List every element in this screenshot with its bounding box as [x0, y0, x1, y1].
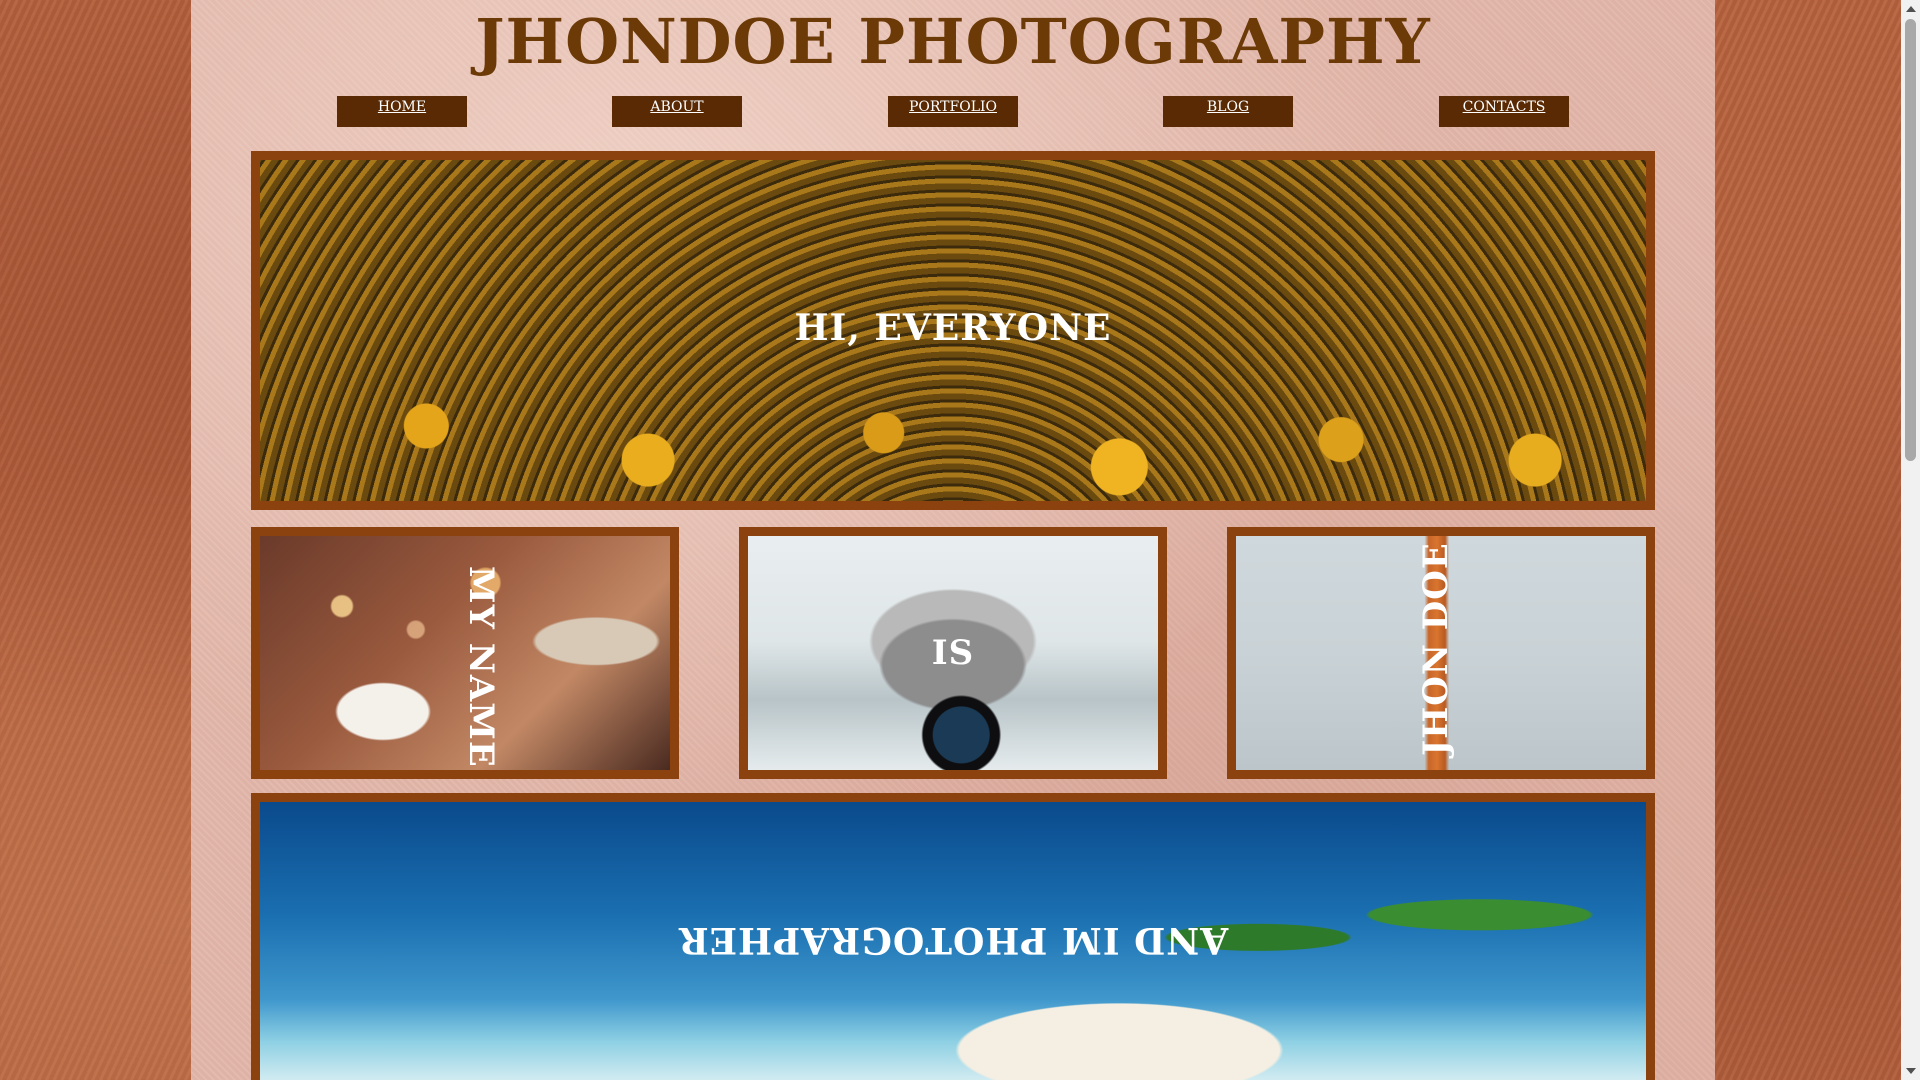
snowy-photographer-photo: IS	[748, 536, 1158, 770]
bottom-heading: AND IM PHOTOGRAPHER	[677, 919, 1229, 961]
nav-button-home[interactable]: HOME	[337, 96, 467, 127]
nav-link-portfolio[interactable]: PORTFOLIO	[888, 96, 1018, 115]
bottom-frame: AND IM PHOTOGRAPHER	[251, 793, 1655, 1080]
card-text-my-name: MY NAME	[461, 566, 501, 768]
nav-link-contacts[interactable]: CONTACTS	[1439, 96, 1569, 115]
nav-link-home[interactable]: HOME	[337, 96, 467, 115]
card-text-jhon-doe: JHON DOE	[1416, 542, 1456, 756]
scrollbar-thumb[interactable]	[1905, 19, 1916, 461]
tropical-beach-photo: AND IM PHOTOGRAPHER	[260, 802, 1646, 1080]
triangle-down-icon[interactable]	[1906, 1068, 1916, 1074]
page-scrollbar[interactable]	[1901, 0, 1920, 1080]
eiffel-tower-photo: JHON DOE	[1236, 536, 1646, 770]
nav-link-about[interactable]: ABOUT	[612, 96, 742, 115]
card-frame-is: IS	[739, 527, 1167, 779]
main-nav: HOME ABOUT PORTFOLIO BLOG CONTACTS	[191, 96, 1715, 128]
card-text-is: IS	[931, 633, 975, 673]
card-frame-jhon-doe: JHON DOE	[1227, 527, 1655, 779]
site-title: JHONDOE PHOTOGRAPHY	[475, 5, 1431, 78]
page-container: JHONDOE PHOTOGRAPHY HOME ABOUT PORTFOLIO…	[191, 0, 1715, 1080]
card-frame-my-name: MY NAME	[251, 527, 679, 779]
nav-button-portfolio[interactable]: PORTFOLIO	[888, 96, 1018, 127]
nav-button-blog[interactable]: BLOG	[1163, 96, 1293, 127]
hero-heading: HI, EVERYONE	[794, 306, 1112, 349]
sunflower-field-photo: HI, EVERYONE	[260, 160, 1646, 501]
nav-link-blog[interactable]: BLOG	[1163, 96, 1293, 115]
nav-button-about[interactable]: ABOUT	[612, 96, 742, 127]
photographer-with-dog-photo: MY NAME	[260, 536, 670, 770]
nav-button-contacts[interactable]: CONTACTS	[1439, 96, 1569, 127]
triangle-up-icon[interactable]	[1906, 6, 1916, 12]
hero-frame: HI, EVERYONE	[251, 151, 1655, 510]
